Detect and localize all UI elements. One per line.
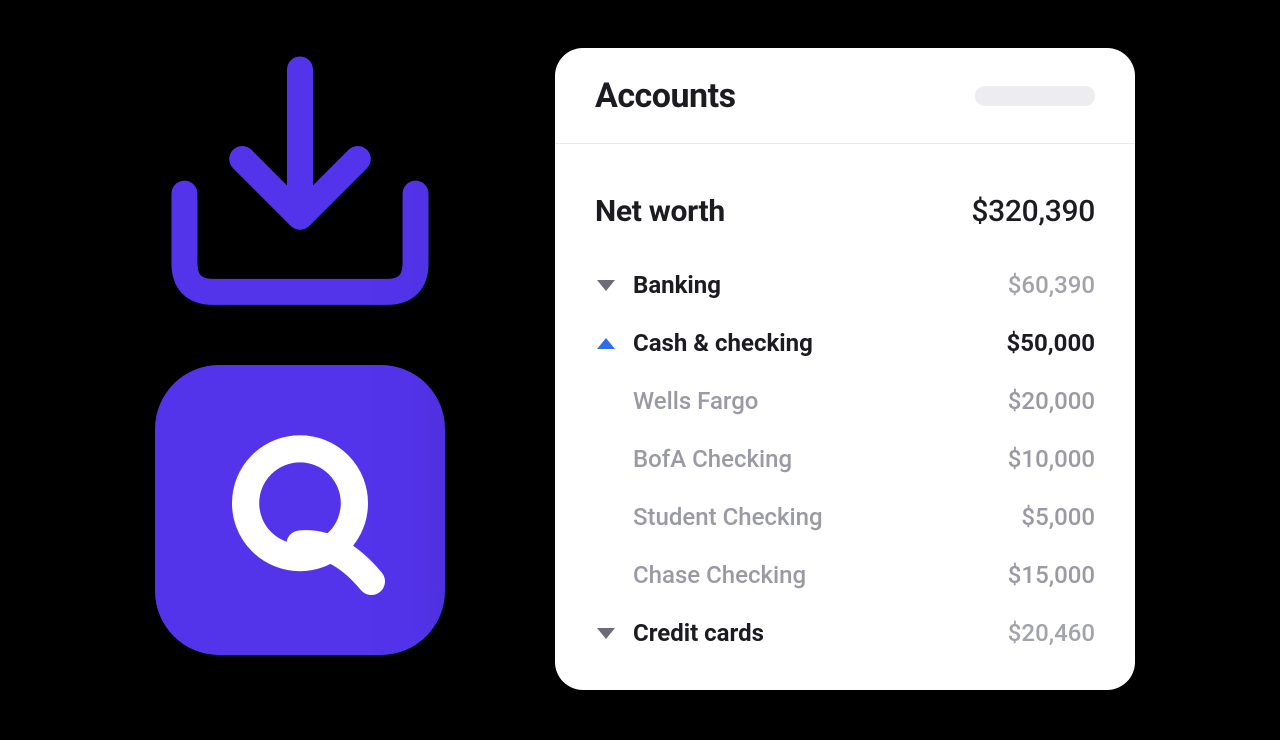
account-label: Wells Fargo [633,387,758,415]
accounts-title: Accounts [595,76,736,116]
account-value: $10,000 [1008,445,1095,473]
account-row-wells-fargo[interactable]: Wells Fargo $20,000 [595,372,1095,430]
subgroup-label: Cash & checking [633,329,813,357]
accounts-card-body: Net worth $320,390 Banking $60,390 Cash … [555,144,1135,662]
net-worth-label: Net worth [595,194,725,229]
caret-down-icon [595,274,617,296]
subgroup-value: $50,000 [1006,329,1095,357]
accounts-card-header: Accounts [555,48,1135,144]
group-value: $60,390 [1008,271,1095,299]
net-worth-value: $320,390 [971,194,1095,229]
subgroup-value: $20,460 [1008,619,1095,647]
accounts-card: Accounts Net worth $320,390 Banking $60,… [555,48,1135,690]
caret-down-icon [595,622,617,644]
subgroup-row-cash-checking[interactable]: Cash & checking $50,000 [595,314,1095,372]
left-decor-area [0,0,480,740]
account-value: $20,000 [1008,387,1095,415]
subgroup-label: Credit cards [633,619,764,647]
caret-up-icon [595,332,617,354]
group-row-banking[interactable]: Banking $60,390 [595,256,1095,314]
net-worth-row: Net worth $320,390 [595,174,1095,248]
group-label: Banking [633,271,721,299]
account-row-student-checking[interactable]: Student Checking $5,000 [595,488,1095,546]
account-label: BofA Checking [633,445,792,473]
subgroup-row-credit-cards[interactable]: Credit cards $20,460 [595,604,1095,662]
account-row-chase-checking[interactable]: Chase Checking $15,000 [595,546,1095,604]
header-action-placeholder[interactable] [975,86,1095,106]
account-row-bofa-checking[interactable]: BofA Checking $10,000 [595,430,1095,488]
app-icon [155,365,445,655]
account-label: Student Checking [633,503,823,531]
download-icon [155,55,445,315]
account-value: $5,000 [1021,503,1095,531]
account-label: Chase Checking [633,561,806,589]
account-value: $15,000 [1008,561,1095,589]
